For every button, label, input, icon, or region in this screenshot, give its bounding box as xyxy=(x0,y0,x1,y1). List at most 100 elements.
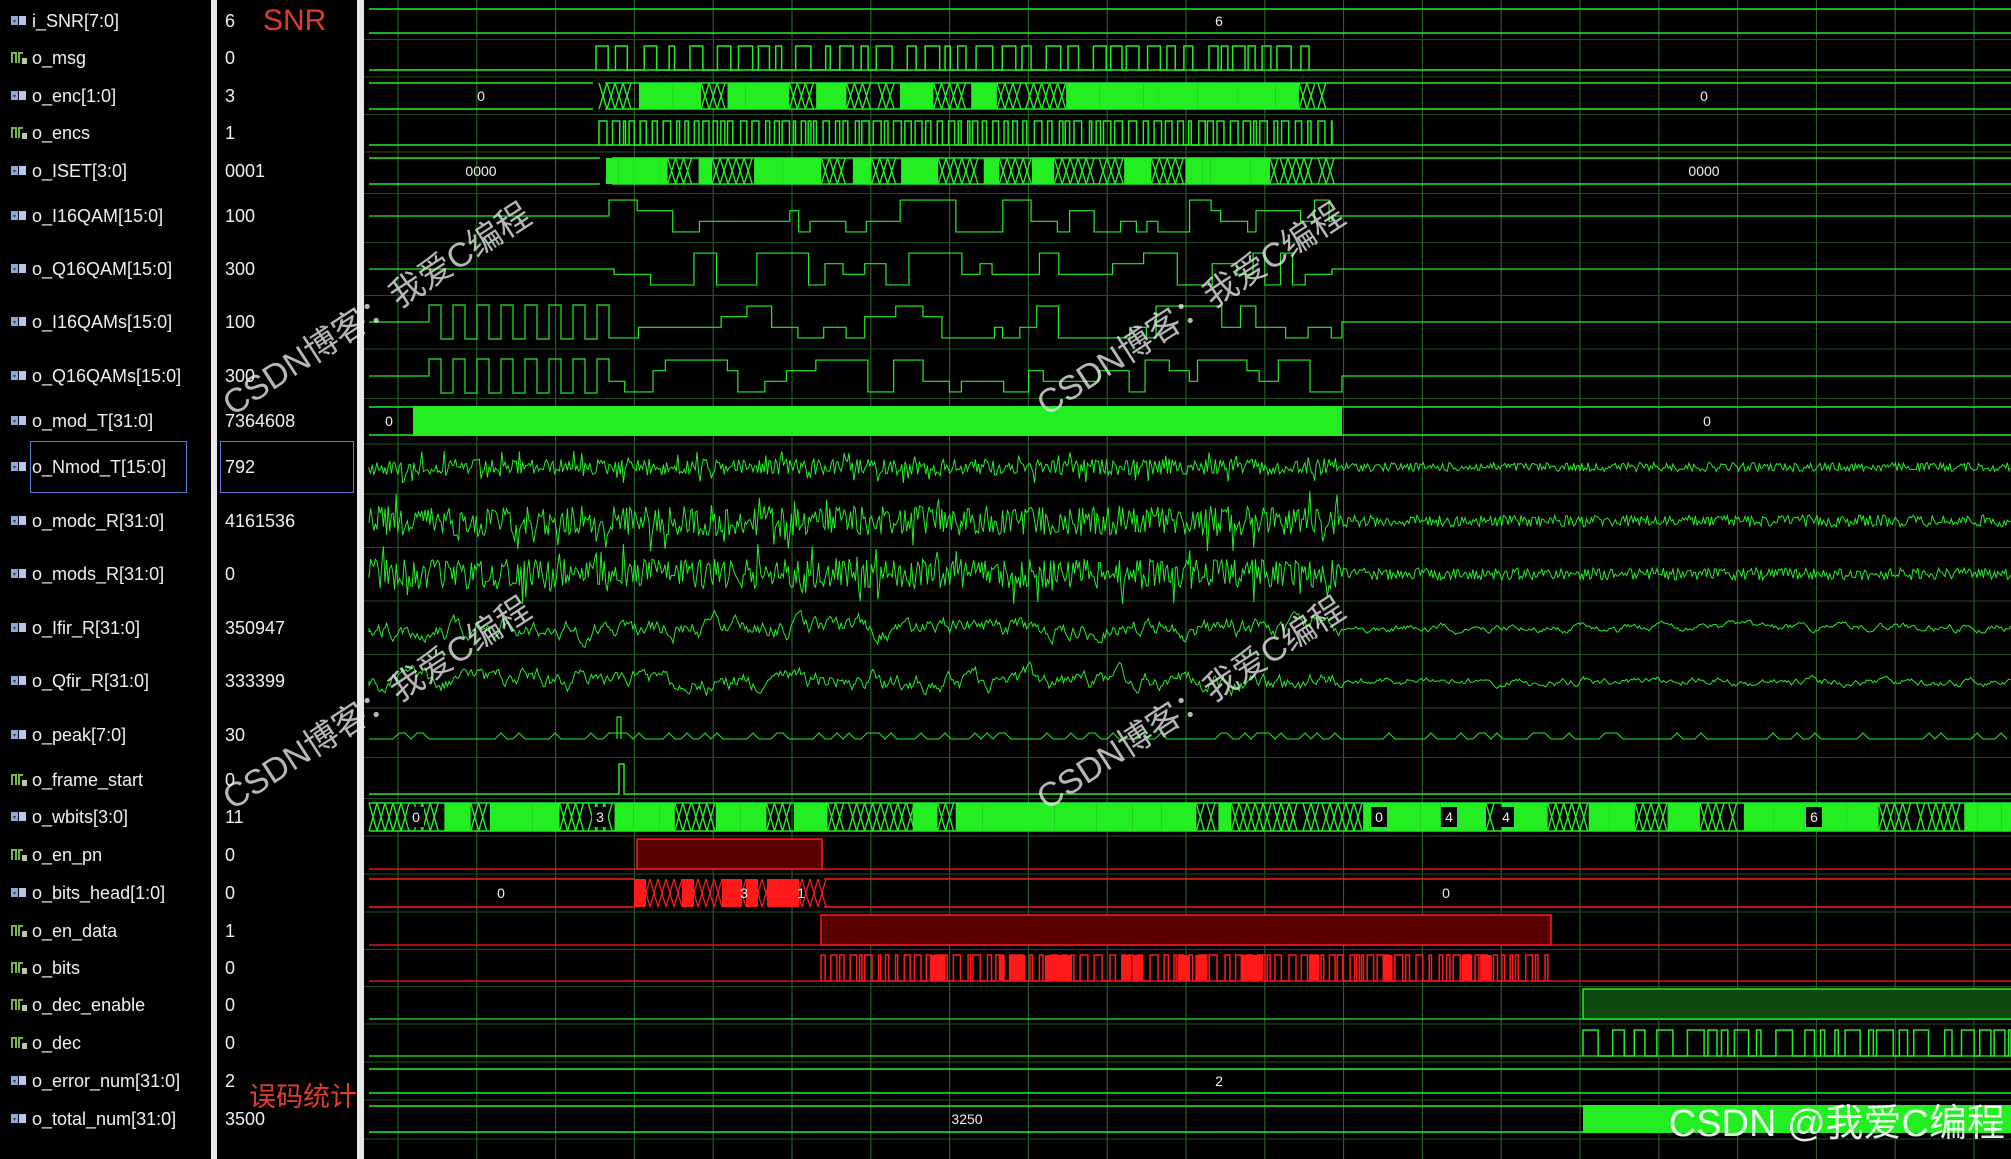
bus-value-label: 1 xyxy=(797,885,805,901)
bus-value-label: 0000 xyxy=(1688,163,1719,179)
signal-row-o_mods_r310[interactable]: o_mods_R[31:0] xyxy=(0,559,211,589)
signal-value[interactable]: 7364608 xyxy=(217,406,357,436)
signal-value[interactable]: 0 xyxy=(217,765,357,795)
bus-value-label: 2 xyxy=(1215,1073,1223,1089)
waveform-o_q16qams150 xyxy=(369,358,2011,394)
signal-row-o_error_num310[interactable]: o_error_num[31:0] xyxy=(0,1066,211,1096)
bit-signal-icon xyxy=(10,1034,28,1052)
signal-name: o_Qfir_R[31:0] xyxy=(32,670,150,691)
signal-value[interactable]: 300 xyxy=(217,254,357,284)
signal-value[interactable]: 0 xyxy=(217,559,357,589)
signal-names-pane: i_SNR[7:0] o_msg o_enc[1:0] o_encs o_ISET[3:… xyxy=(0,0,211,1159)
signal-row-o_en_data[interactable]: o_en_data xyxy=(0,916,211,946)
signal-row-o_modc_r310[interactable]: o_modc_R[31:0] xyxy=(0,506,211,536)
error-stats-annotation: 误码统计 xyxy=(249,1082,357,1112)
bus-signal-icon xyxy=(10,162,28,180)
signal-value[interactable]: 0 xyxy=(217,1028,357,1058)
signal-row-o_bits[interactable]: o_bits xyxy=(0,953,211,983)
signal-value[interactable]: 333399 xyxy=(217,666,357,696)
signal-row-o_q16qam150[interactable]: o_Q16QAM[15:0] xyxy=(0,254,211,284)
snr-annotation: SNR xyxy=(263,4,327,37)
waveform-o_en_pn xyxy=(369,838,2011,870)
bus-value-label: 0 xyxy=(1700,88,1708,104)
signal-name: o_Ifir_R[31:0] xyxy=(32,617,141,638)
signal-row-o_dec_enable[interactable]: o_dec_enable xyxy=(0,990,211,1020)
signal-row-i_snr70[interactable]: i_SNR[7:0] xyxy=(0,6,211,36)
signal-value[interactable]: 0 xyxy=(217,840,357,870)
signal-name: o_encs xyxy=(32,122,91,143)
bit-signal-icon xyxy=(10,771,28,789)
signal-value[interactable]: 3 xyxy=(217,81,357,111)
signal-name: o_mods_R[31:0] xyxy=(32,563,165,584)
signal-value[interactable]: 11 xyxy=(217,802,357,832)
signal-name: o_error_num[31:0] xyxy=(32,1070,181,1091)
signal-row-o_msg[interactable]: o_msg xyxy=(0,43,211,73)
signal-row-o_mod_t310[interactable]: o_mod_T[31:0] xyxy=(0,406,211,436)
signal-value[interactable]: 300 xyxy=(217,361,357,391)
waveform-o_frame_start xyxy=(369,763,2011,795)
signal-name: o_Nmod_T[15:0] xyxy=(32,456,167,477)
signal-row-o_bits_head10[interactable]: o_bits_head[1:0] xyxy=(0,878,211,908)
signal-name: o_bits xyxy=(32,957,81,978)
signal-row-o_i16qam150[interactable]: o_I16QAM[15:0] xyxy=(0,201,211,231)
waveform-o_i16qams150 xyxy=(369,304,2011,340)
signal-value[interactable]: 1 xyxy=(217,916,357,946)
bus-value-label: 0 xyxy=(1442,885,1450,901)
waveform-o_mod_t310: 00 xyxy=(369,406,2011,436)
signal-row-o_ifir_r310[interactable]: o_Ifir_R[31:0] xyxy=(0,613,211,643)
signal-row-o_enc10[interactable]: o_enc[1:0] xyxy=(0,81,211,111)
signal-row-o_frame_start[interactable]: o_frame_start xyxy=(0,765,211,795)
bus-value-label: 0000 xyxy=(465,163,496,179)
signal-row-o_iset30[interactable]: o_ISET[3:0] xyxy=(0,156,211,186)
signal-value[interactable]: 792 xyxy=(217,452,357,482)
signal-row-o_encs[interactable]: o_encs xyxy=(0,118,211,148)
signal-row-o_peak70[interactable]: o_peak[7:0] xyxy=(0,720,211,750)
signal-value[interactable]: 100 xyxy=(217,307,357,337)
waveform-o_bits xyxy=(369,954,2011,982)
waveform-o_error_num310: 2 xyxy=(369,1068,2011,1094)
signal-row-o_nmod_t150[interactable]: o_Nmod_T[15:0] xyxy=(0,452,211,482)
bus-value-label: 4 xyxy=(1502,809,1510,825)
signal-row-o_dec[interactable]: o_dec xyxy=(0,1028,211,1058)
signal-row-o_qfir_r310[interactable]: o_Qfir_R[31:0] xyxy=(0,666,211,696)
signal-row-o_total_num310[interactable]: o_total_num[31:0] xyxy=(0,1104,211,1134)
waveform-o_ifir_r310 xyxy=(368,609,2011,648)
bus-value-label: 0 xyxy=(385,413,393,429)
waveform-o_qfir_r310 xyxy=(368,661,2011,698)
signal-name: o_I16QAM[15:0] xyxy=(32,205,164,226)
signal-name: o_enc[1:0] xyxy=(32,85,117,106)
bus-value-label: 0 xyxy=(1703,413,1711,429)
bit-signal-icon xyxy=(10,124,28,142)
signal-name: o_dec xyxy=(32,1032,82,1053)
waveform-o_wbits30: 0 3 0 4 4 6 xyxy=(368,802,2011,832)
bus-signal-icon xyxy=(10,512,28,530)
bus-signal-icon xyxy=(10,884,28,902)
signal-name: o_frame_start xyxy=(32,769,144,790)
signal-value[interactable]: 0 xyxy=(217,953,357,983)
signal-value[interactable]: 350947 xyxy=(217,613,357,643)
signal-name: o_wbits[3:0] xyxy=(32,806,129,827)
signal-value[interactable]: 0 xyxy=(217,878,357,908)
waveform-canvas[interactable]: 60 00000 00000 00 3 0 4 4 60 03 123250 xyxy=(364,0,2011,1159)
waveform-o_modc_r310 xyxy=(368,490,2011,552)
signal-value[interactable]: 1 xyxy=(217,118,357,148)
pane-splitter-values[interactable] xyxy=(357,0,364,1159)
signal-value[interactable]: 0 xyxy=(217,990,357,1020)
signal-value[interactable]: 0 xyxy=(217,43,357,73)
signal-row-o_en_pn[interactable]: o_en_pn xyxy=(0,840,211,870)
signal-row-o_i16qams150[interactable]: o_I16QAMs[15:0] xyxy=(0,307,211,337)
waveform-o_dec xyxy=(369,1029,2011,1057)
signal-value[interactable]: 100 xyxy=(217,201,357,231)
signal-value[interactable]: 4161536 xyxy=(217,506,357,536)
waveform-pane[interactable]: 6 0 0 0000 0000 0 0 0 3 0 4 4 6 0 0 3 1 2 3250 xyxy=(364,0,2011,1159)
signal-name: o_total_num[31:0] xyxy=(32,1108,177,1129)
waveform-o_dec_enable xyxy=(369,988,2011,1020)
bus-value-label: 3 xyxy=(740,885,748,901)
signal-value[interactable]: 0001 xyxy=(217,156,357,186)
bus-signal-icon xyxy=(10,207,28,225)
signal-name: o_ISET[3:0] xyxy=(32,160,128,181)
signal-row-o_wbits30[interactable]: o_wbits[3:0] xyxy=(0,802,211,832)
signal-row-o_q16qams150[interactable]: o_Q16QAMs[15:0] xyxy=(0,361,211,391)
signal-name: o_en_pn xyxy=(32,844,103,865)
signal-value[interactable]: 30 xyxy=(217,720,357,750)
